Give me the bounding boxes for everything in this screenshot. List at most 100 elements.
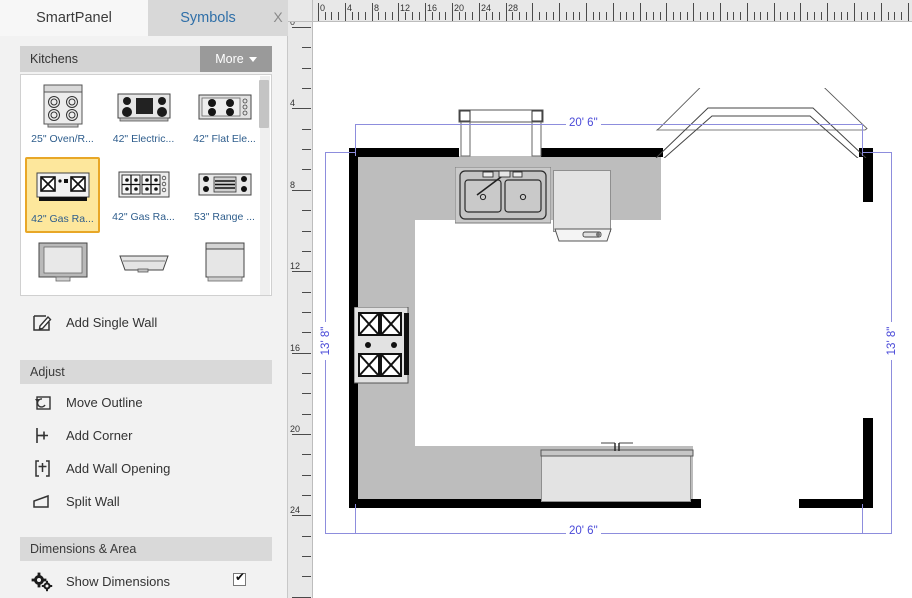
close-icon[interactable]: X	[270, 9, 286, 27]
palette-item-dishwasher[interactable]	[25, 235, 100, 295]
ruler-minor-tick	[302, 393, 311, 394]
ruler-major-tick	[720, 3, 721, 21]
ruler-minor-tick	[302, 373, 311, 374]
ruler-minor-tick	[553, 12, 554, 20]
dishwasher[interactable]	[553, 170, 611, 232]
ruler-major-tick	[292, 434, 311, 435]
ruler-minor-tick	[653, 12, 654, 20]
wall-top-middle[interactable]	[541, 148, 663, 157]
tool-add-corner[interactable]: Add Corner	[20, 419, 272, 452]
ruler-major-tick	[292, 353, 311, 354]
tab-smartpanel[interactable]: SmartPanel	[0, 0, 148, 36]
ruler-minor-tick	[814, 12, 815, 20]
ruler-label: 24	[290, 505, 301, 515]
palette-item-caption: 53" Range ...	[194, 211, 255, 223]
palette-item-flat-electric[interactable]: 42" Flat Ele...	[187, 79, 262, 155]
angled-wall-opening[interactable]	[653, 88, 875, 158]
palette-item-range-hood[interactable]: 53" Range ...	[187, 157, 262, 233]
palette-item-gas-range-selected[interactable]: 42" Gas Ra...	[25, 157, 100, 233]
ruler-minor-tick	[392, 12, 393, 20]
gas-range-placed[interactable]	[354, 307, 410, 385]
ruler-major-tick	[881, 3, 882, 21]
ruler-minor-tick	[606, 12, 607, 20]
ruler-minor-tick	[331, 12, 332, 20]
double-basin-sink[interactable]	[455, 167, 551, 227]
more-button[interactable]: More	[200, 46, 272, 72]
ruler-minor-tick	[821, 12, 822, 20]
palette-item-oven-range[interactable]: 25" Oven/R...	[25, 79, 100, 155]
ruler-minor-tick	[646, 12, 647, 20]
palette-item-electric-cooktop[interactable]: 42" Electric...	[106, 79, 181, 155]
ruler-major-tick	[292, 27, 311, 28]
ruler-minor-tick	[867, 12, 868, 20]
palette-item-caption: 42" Electric...	[112, 133, 175, 145]
ruler-minor-tick	[352, 12, 353, 20]
ruler-minor-tick	[687, 12, 688, 20]
vertical-ruler[interactable]: 0 4 8 12 16 20 24	[288, 22, 313, 598]
tool-move-outline[interactable]: Move Outline	[20, 386, 272, 419]
ruler-minor-tick	[385, 12, 386, 20]
ruler-major-tick	[559, 3, 560, 21]
ruler-minor-tick	[894, 12, 895, 20]
ruler-minor-tick	[338, 12, 339, 20]
show-dimensions-checkbox[interactable]: ✔	[233, 571, 246, 586]
dim-tick-left-top	[325, 152, 355, 153]
ruler-major-tick	[292, 190, 311, 191]
ruler-minor-tick	[566, 12, 567, 20]
palette-item-washer[interactable]	[187, 235, 262, 295]
ruler-minor-tick	[439, 12, 440, 20]
palette-item-sink-basin[interactable]	[106, 235, 181, 295]
ruler-corner	[288, 0, 313, 22]
tool-add-wall-opening[interactable]: Add Wall Opening	[20, 452, 272, 485]
ruler-minor-tick	[472, 12, 473, 20]
ruler-label: 4	[290, 98, 296, 108]
dishwasher-handle-icon	[554, 228, 612, 242]
flat-electric-cooktop-icon	[194, 82, 256, 132]
horizontal-ruler[interactable]: 0 4 8 12 16 20 24 28	[313, 0, 912, 22]
oven-range-top-icon	[32, 82, 94, 132]
ruler-minor-tick	[700, 12, 701, 20]
ruler-minor-tick	[302, 231, 311, 232]
range-hood-icon	[194, 160, 256, 210]
symbol-palette[interactable]: 25" Oven/R... 42" Electric... 42" Flat E…	[20, 74, 272, 296]
ruler-minor-tick	[573, 12, 574, 20]
dim-label-top: 20' 6"	[566, 117, 601, 129]
tab-symbols[interactable]: Symbols	[148, 0, 268, 36]
ruler-major-tick	[854, 3, 855, 21]
ruler-major-tick	[908, 3, 909, 21]
tool-show-dimensions[interactable]: Show Dimensions ✔	[20, 565, 272, 598]
palette-item-gas-range-alt[interactable]: 42" Gas Ra...	[106, 157, 181, 233]
ruler-minor-tick	[302, 47, 311, 48]
wall-right-lower[interactable]	[863, 418, 873, 508]
ruler-major-tick	[693, 3, 694, 21]
wall-top-left[interactable]	[349, 148, 459, 157]
dim-line-top	[355, 124, 863, 125]
ruler-major-tick	[747, 3, 748, 21]
ruler-minor-tick	[526, 12, 527, 20]
ruler-major-tick	[318, 3, 319, 21]
tab-bar: SmartPanel Symbols X	[0, 0, 288, 36]
add-wall-opening-icon	[26, 459, 58, 478]
ruler-major-tick	[372, 3, 373, 21]
electric-cooktop-icon	[113, 82, 175, 132]
ruler-minor-tick	[302, 475, 311, 476]
ruler-minor-tick	[459, 12, 460, 20]
ruler-minor-tick	[432, 12, 433, 20]
ruler-minor-tick	[486, 12, 487, 20]
washer-icon	[194, 238, 256, 288]
ruler-minor-tick	[733, 12, 734, 20]
palette-item-caption: 25" Oven/R...	[31, 133, 94, 145]
palette-title: Kitchens	[30, 52, 78, 66]
tool-split-wall[interactable]: Split Wall	[20, 485, 272, 518]
ruler-minor-tick	[302, 169, 311, 170]
dim-tick-bottom-left	[355, 504, 356, 534]
ruler-label: 0	[290, 22, 296, 27]
tool-add-single-wall[interactable]: Add Single Wall	[20, 306, 272, 339]
ruler-minor-tick	[633, 12, 634, 20]
window-opening[interactable]	[457, 108, 545, 160]
floorplan-canvas[interactable]: 20' 6" 20' 6" 13' 8" 13' 8"	[313, 22, 912, 598]
sink-basin-icon	[113, 238, 175, 288]
gears-icon	[26, 572, 58, 592]
ruler-label: 20	[290, 424, 301, 434]
ruler-minor-tick	[754, 12, 755, 20]
